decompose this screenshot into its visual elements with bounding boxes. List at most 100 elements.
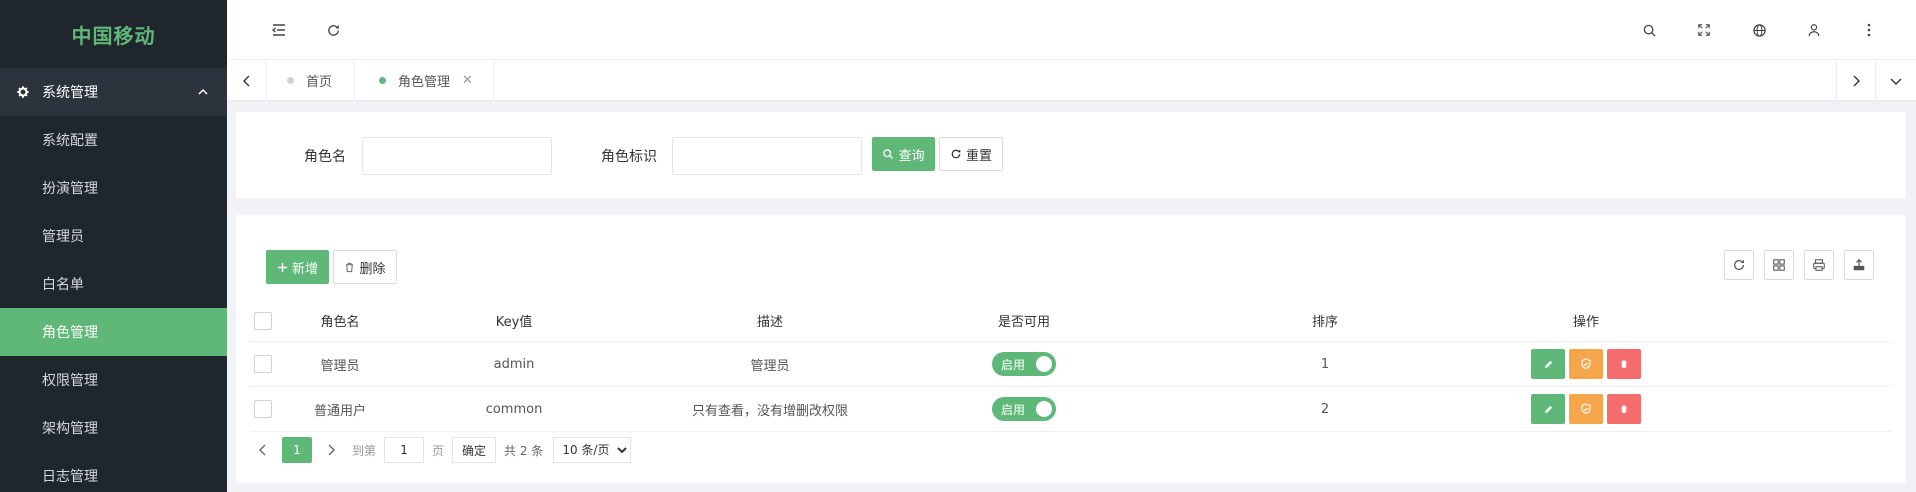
tab-dot <box>287 77 294 84</box>
chevron-up-icon <box>197 86 209 102</box>
prev-page-button[interactable] <box>250 437 276 463</box>
sidebar-item-whitelist[interactable]: 白名单 <box>0 260 227 308</box>
refresh-icon[interactable] <box>321 18 345 42</box>
page-number-current[interactable]: 1 <box>282 437 312 463</box>
row-checkbox[interactable] <box>254 400 272 418</box>
role-key-input[interactable] <box>672 137 862 175</box>
tab-roles[interactable]: 角色管理 ✕ <box>359 60 494 101</box>
search-icon[interactable] <box>1637 18 1661 42</box>
tabs-dropdown[interactable] <box>1876 60 1916 101</box>
reset-button-label: 重置 <box>965 148 992 164</box>
sidebar-item-roles[interactable]: 角色管理 <box>0 308 227 356</box>
delete-row-button[interactable] <box>1607 349 1641 379</box>
role-name-input[interactable] <box>362 137 552 175</box>
sidebar-item-permissions[interactable]: 权限管理 <box>0 356 227 404</box>
col-actions: 操作 <box>1572 315 1599 330</box>
goto-confirm-button[interactable]: 确定 <box>452 437 497 463</box>
sidebar: 中国移动 系统管理 系统配置 扮演管理 管理员 白名单 角色管理 权限管理 架构… <box>0 0 227 492</box>
chevron-right-icon <box>328 444 335 456</box>
sidebar-item-admin[interactable]: 管理员 <box>0 212 227 260</box>
delete-row-button[interactable] <box>1607 394 1641 424</box>
goto-page-input[interactable] <box>384 437 425 463</box>
more-icon[interactable] <box>1857 18 1881 42</box>
sidebar-item-system-config[interactable]: 系统配置 <box>0 116 227 164</box>
tabs-scroll-left[interactable] <box>227 60 267 101</box>
toggle-knob <box>1036 356 1052 372</box>
cell-key: admin <box>493 356 535 372</box>
chevron-down-icon <box>1890 78 1902 85</box>
table-refresh-icon[interactable] <box>1724 250 1754 280</box>
col-role-name: 角色名 <box>320 315 360 330</box>
columns-icon[interactable] <box>1764 250 1794 280</box>
edit-icon <box>1544 360 1552 368</box>
roles-table: 角色名 Key值 描述 是否可用 排序 操作 管理员 admin 管理员 启用 … <box>250 300 1892 432</box>
role-key-label: 角色标识 <box>601 149 657 165</box>
col-desc: 描述 <box>756 315 783 330</box>
menu-group-system[interactable]: 系统管理 <box>0 68 227 116</box>
query-button-label: 查询 <box>898 148 925 164</box>
col-enabled: 是否可用 <box>997 315 1050 330</box>
tab-label: 角色管理 <box>398 75 451 90</box>
enabled-toggle[interactable]: 启用 <box>992 352 1056 376</box>
delete-button-label: 删除 <box>359 261 386 277</box>
toggle-label: 启用 <box>1001 402 1026 417</box>
table-panel: 新增 删除 角色名 Key值 描述 是否可用 排序 操作 管理员 admin 管… <box>236 215 1906 483</box>
enabled-toggle[interactable]: 启用 <box>992 397 1056 421</box>
cell-sort: 1 <box>1320 356 1330 372</box>
permission-button[interactable] <box>1569 349 1603 379</box>
select-all-checkbox[interactable] <box>254 311 272 330</box>
tabs-bar: 首页 角色管理 ✕ <box>227 60 1916 101</box>
toggle-knob <box>1036 401 1052 417</box>
chevron-right-icon <box>1853 75 1860 86</box>
add-button[interactable]: 新增 <box>266 250 329 284</box>
query-button[interactable]: 查询 <box>872 137 935 171</box>
edit-icon <box>1544 405 1552 413</box>
user-icon[interactable] <box>1802 18 1826 42</box>
next-page-button[interactable] <box>318 437 344 463</box>
top-header <box>227 0 1916 60</box>
page-unit-label: 页 <box>432 443 445 458</box>
cell-role-name: 管理员 <box>320 358 360 374</box>
plus-icon <box>277 262 288 273</box>
permission-button[interactable] <box>1569 394 1603 424</box>
menu-fold-icon[interactable] <box>267 18 291 42</box>
sidebar-item-logs[interactable]: 日志管理 <box>0 452 227 492</box>
sidebar-item-impersonate[interactable]: 扮演管理 <box>0 164 227 212</box>
total-count: 共 2 条 <box>504 443 544 458</box>
chevron-left-icon <box>242 75 249 86</box>
add-button-label: 新增 <box>291 261 318 277</box>
tab-dot <box>379 77 386 84</box>
app-logo: 中国移动 <box>71 23 156 48</box>
page-size-select[interactable]: 10 条/页 <box>553 437 632 463</box>
col-key: Key值 <box>495 315 533 330</box>
tab-label: 首页 <box>306 75 333 90</box>
reset-button[interactable]: 重置 <box>939 137 1003 171</box>
print-icon[interactable] <box>1804 250 1834 280</box>
table-row: 管理员 admin 管理员 启用 1 <box>250 342 1892 387</box>
cell-role-name: 普通用户 <box>313 403 366 419</box>
role-name-label: 角色名 <box>304 149 346 165</box>
table-header-row: 角色名 Key值 描述 是否可用 排序 操作 <box>250 300 1892 342</box>
export-icon[interactable] <box>1844 250 1874 280</box>
tab-home[interactable]: 首页 <box>267 60 356 101</box>
shield-check-icon <box>1581 403 1591 415</box>
close-icon[interactable]: ✕ <box>462 73 473 88</box>
chevron-left-icon <box>259 444 266 456</box>
gear-icon <box>16 85 30 99</box>
cell-desc: 管理员 <box>750 358 790 374</box>
submenu: 系统配置 扮演管理 管理员 白名单 角色管理 权限管理 架构管理 日志管理 <box>0 116 227 492</box>
trash-icon <box>1620 360 1628 368</box>
trash-icon <box>1620 405 1628 413</box>
trash-icon <box>344 262 355 273</box>
sidebar-item-org[interactable]: 架构管理 <box>0 404 227 452</box>
tabs-scroll-right[interactable] <box>1836 60 1876 101</box>
toggle-label: 启用 <box>1001 357 1026 372</box>
edit-button[interactable] <box>1531 349 1565 379</box>
language-icon[interactable] <box>1747 18 1771 42</box>
goto-label: 到第 <box>352 443 377 458</box>
row-checkbox[interactable] <box>254 355 272 373</box>
menu-group-label: 系统管理 <box>42 85 98 101</box>
delete-button[interactable]: 删除 <box>333 250 397 284</box>
edit-button[interactable] <box>1531 394 1565 424</box>
fullscreen-icon[interactable] <box>1692 18 1716 42</box>
